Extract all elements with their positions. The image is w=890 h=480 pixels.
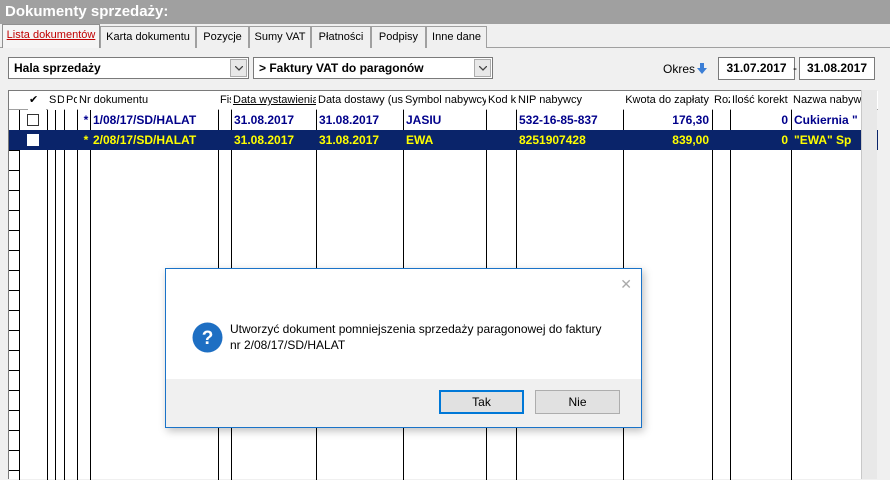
tab-bar: Lista dokumentów Karta dokumentu Pozycje… (0, 24, 890, 48)
close-icon[interactable]: ✕ (620, 276, 632, 293)
cell-symbol: EWA (406, 133, 434, 147)
date-separator: - (793, 61, 797, 75)
cell-nazwa: Cukiernia " (794, 113, 858, 127)
cell-nip: 532-16-85-837 (519, 113, 598, 127)
cell-nip: 8251907428 (519, 133, 586, 147)
table-row-selected[interactable]: * 2/08/17/SD/HALAT 31.08.2017 31.08.2017… (9, 130, 878, 150)
cell-nr-dokumentu: 2/08/17/SD/HALAT (93, 133, 197, 147)
header-kwota[interactable]: Kwota do zapłaty (624, 91, 712, 110)
dialog-footer: Tak Nie (166, 379, 641, 427)
table-row[interactable]: * 1/08/17/SD/HALAT 31.08.2017 31.08.2017… (9, 110, 878, 130)
row-checkbox[interactable] (27, 134, 39, 146)
dialog-message: Utworzyć dokument pomniejszenia sprzedaż… (230, 321, 630, 353)
chevron-down-icon[interactable] (474, 59, 491, 77)
cell-nazwa: "EWA" Sp (794, 133, 852, 147)
header-data-wystawienia[interactable]: Data wystawienia (232, 91, 316, 110)
header-nip-nabywcy[interactable]: NIP nabywcy (517, 91, 623, 110)
tab-label: Sumy VAT (254, 31, 306, 43)
tab-pozycje[interactable]: Pozycje (196, 26, 249, 48)
header-nazwa-nabywcy[interactable]: Nazwa nabywcy (792, 91, 862, 110)
header-po[interactable]: Po (65, 91, 77, 110)
vertical-scrollbar[interactable] (861, 90, 877, 479)
period-label: Okres (663, 62, 696, 76)
tab-lista-dokumentow[interactable]: Lista dokumentów (2, 24, 100, 48)
tab-karta-dokumentu[interactable]: Karta dokumentu (100, 26, 196, 48)
arrow-down-icon[interactable] (697, 63, 707, 77)
cell-nr-dokumentu: 1/08/17/SD/HALAT (93, 113, 197, 127)
document-type-select[interactable]: > Faktury VAT do paragonów (253, 57, 493, 79)
tab-label: Pozycje (203, 31, 242, 43)
cell-data-wystawienia: 31.08.2017 (234, 113, 295, 127)
row-marker: * (83, 133, 89, 147)
cell-data-dostawy: 31.08.2017 (319, 133, 380, 147)
dialog-message-line1: Utworzyć dokument pomniejszenia sprzedaż… (230, 322, 602, 336)
svg-text:?: ? (202, 328, 214, 349)
header-data-dostawy[interactable]: Data dostawy (usł (317, 91, 403, 110)
header-fis[interactable]: Fis (219, 91, 231, 110)
tab-label: Karta dokumentu (106, 31, 190, 43)
register-select-value: Hala sprzedaży (14, 61, 101, 75)
no-button[interactable]: Nie (535, 390, 620, 414)
tab-podpisy[interactable]: Podpisy (371, 26, 426, 48)
question-icon: ? (192, 322, 223, 356)
window-title: Dokumenty sprzedaży: (0, 0, 890, 24)
confirm-dialog: ✕ ? Utworzyć dokument pomniejszenia sprz… (165, 268, 642, 428)
cell-ilosc-korekt: 0 (781, 133, 788, 147)
header-check[interactable]: ✔ (28, 91, 46, 110)
cell-ilosc-korekt: 0 (781, 113, 788, 127)
document-type-select-value: > Faktury VAT do paragonów (259, 61, 424, 75)
cell-kwota: 176,30 (672, 113, 709, 127)
chevron-down-icon[interactable] (230, 59, 247, 77)
tab-label: Inne dane (432, 31, 481, 43)
header-symbol-nabywcy[interactable]: Symbol nabywcy (404, 91, 486, 110)
register-select[interactable]: Hala sprzedaży (8, 57, 249, 79)
tab-label: Płatności (318, 31, 364, 43)
tab-inne-dane[interactable]: Inne dane (426, 26, 487, 48)
header-nr-dokumentu[interactable]: Nr dokumentu (78, 91, 218, 110)
header-de[interactable]: De (56, 91, 64, 110)
cell-kwota: 839,00 (672, 133, 709, 147)
row-checkbox[interactable] (27, 114, 39, 126)
cell-data-wystawienia: 31.08.2017 (234, 133, 295, 147)
cell-data-dostawy: 31.08.2017 (319, 113, 380, 127)
cell-symbol: JASIU (406, 113, 442, 127)
row-marker: * (83, 113, 89, 127)
tab-platnosci[interactable]: Płatności (311, 26, 371, 48)
header-ilosc-korekt[interactable]: Ilość korekt (731, 91, 791, 110)
header-rozliczone[interactable]: Rozliczone (713, 91, 730, 110)
tab-sumy-vat[interactable]: Sumy VAT (249, 26, 311, 48)
date-from-field[interactable]: 31.07.2017 (718, 57, 795, 80)
tab-label: Lista dokumentów (6, 29, 96, 41)
yes-button[interactable]: Tak (439, 390, 524, 414)
date-to-field[interactable]: 31.08.2017 (799, 57, 875, 80)
header-kod[interactable]: Kod ki (487, 91, 516, 110)
table-header: ✔ St De Po Nr dokumentu Fis Data wystawi… (9, 91, 878, 110)
tab-label: Podpisy (378, 31, 419, 43)
dialog-message-line2: nr 2/08/17/SD/HALAT (230, 338, 346, 352)
header-st[interactable]: St (48, 91, 56, 110)
